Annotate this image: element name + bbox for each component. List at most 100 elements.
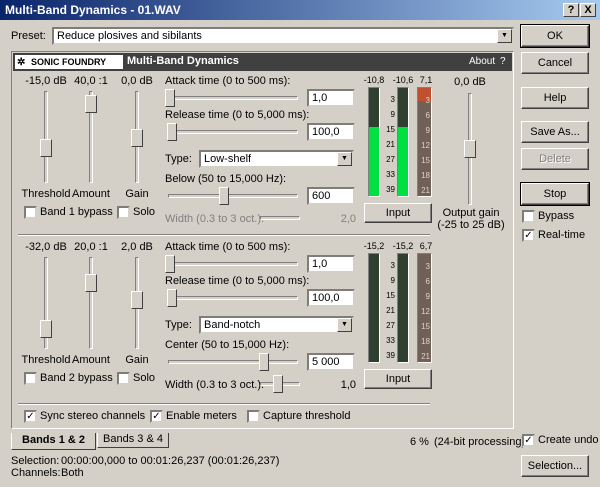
- width-value: 2,0: [340, 213, 356, 225]
- realtime-checkbox[interactable]: ✓: [522, 229, 535, 242]
- type-combo[interactable]: Band-notch ▼: [199, 316, 354, 334]
- delete-button[interactable]: Delete: [521, 148, 589, 170]
- gr-tick: 9: [425, 126, 430, 135]
- width-track: [260, 216, 300, 220]
- band-bypass-label: Band 2 bypass: [40, 372, 113, 384]
- threshold-slider[interactable]: [40, 139, 52, 158]
- meter-tick: 9: [390, 276, 395, 285]
- tab-bands-1-2[interactable]: Bands 1 & 2: [11, 433, 96, 450]
- attack-input[interactable]: 1,0: [307, 89, 355, 107]
- gr-tick: 18: [421, 171, 430, 180]
- capture-threshold-label: Capture threshold: [263, 410, 351, 422]
- meter-tick: 3: [390, 261, 395, 270]
- solo-label: Solo: [133, 372, 156, 384]
- enable-meters-checkbox[interactable]: ✓: [150, 410, 163, 423]
- meter-right-value: -10,6: [392, 75, 414, 85]
- help-button[interactable]: Help: [521, 87, 589, 109]
- stop-button[interactable]: Stop: [520, 182, 590, 206]
- input-button[interactable]: Input: [364, 203, 432, 223]
- meter-left-value: -15,2: [363, 241, 385, 251]
- processing-info: (24-bit processing): [434, 436, 526, 448]
- release-label: Release time (0 to 5,000 ms):: [165, 109, 310, 121]
- width-slider[interactable]: [273, 375, 283, 393]
- gr-tick: 6: [425, 111, 430, 120]
- chevron-down-icon[interactable]: ▼: [337, 318, 352, 332]
- amount-slider[interactable]: [85, 95, 97, 114]
- release-input[interactable]: 100,0: [307, 289, 355, 307]
- input-button[interactable]: Input: [364, 369, 432, 389]
- bypass-checkbox[interactable]: [522, 210, 535, 223]
- attack-input[interactable]: 1,0: [307, 255, 355, 273]
- tab-bands-3-4[interactable]: Bands 3 & 4: [97, 433, 169, 448]
- attack-label: Attack time (0 to 500 ms):: [165, 75, 291, 87]
- preset-label: Preset:: [11, 30, 46, 42]
- output-gain-slider[interactable]: [464, 140, 476, 158]
- close-button[interactable]: X: [580, 3, 596, 17]
- amount-track: [89, 257, 93, 349]
- meter-tick: 15: [386, 125, 395, 134]
- attack-slider[interactable]: [165, 89, 175, 107]
- help-title-button[interactable]: ?: [563, 3, 579, 17]
- frequency-track: [168, 194, 298, 198]
- solo-checkbox[interactable]: [117, 372, 130, 385]
- release-slider[interactable]: [167, 289, 178, 307]
- chevron-down-icon[interactable]: ▼: [337, 152, 352, 166]
- meter-tick: 27: [386, 321, 395, 330]
- gain-slider[interactable]: [131, 129, 143, 147]
- ok-button[interactable]: OK: [520, 24, 590, 48]
- release-input[interactable]: 100,0: [307, 123, 355, 141]
- output-gain-label: Output gain: [442, 207, 500, 219]
- band-divider: [18, 234, 430, 236]
- help-icon[interactable]: ?: [500, 56, 506, 67]
- preset-combo[interactable]: Reduce plosives and sibilants ▼: [52, 27, 514, 45]
- about-link[interactable]: About: [469, 56, 495, 67]
- gain-label: Gain: [125, 354, 149, 366]
- chevron-down-icon[interactable]: ▼: [497, 29, 512, 43]
- release-slider[interactable]: [167, 123, 178, 141]
- gr-tick: 3: [425, 96, 430, 105]
- create-undo-checkbox[interactable]: ✓: [522, 434, 535, 447]
- selection-button[interactable]: Selection...: [521, 455, 589, 477]
- capture-threshold-checkbox[interactable]: [247, 410, 260, 423]
- meter-tick: 33: [386, 170, 395, 179]
- gain-value: 2,0 dB: [121, 241, 153, 253]
- gain-reduction-value: 6,7: [419, 241, 433, 251]
- selection-label: Selection:: [11, 455, 60, 467]
- gr-tick: 9: [425, 292, 430, 301]
- type-combo[interactable]: Low-shelf ▼: [199, 150, 354, 168]
- meter-fill: [398, 126, 408, 196]
- frequency-label: Center (50 to 15,000 Hz):: [165, 339, 290, 351]
- band-bypass-checkbox[interactable]: [24, 206, 37, 219]
- width-label: Width (0.3 to 3 oct.):: [165, 213, 265, 225]
- cancel-button[interactable]: Cancel: [521, 52, 589, 74]
- frequency-slider[interactable]: [219, 187, 229, 205]
- sync-stereo-checkbox[interactable]: ✓: [24, 410, 37, 423]
- gain-slider[interactable]: [131, 290, 143, 309]
- plugin-title: Multi-Band Dynamics: [127, 55, 239, 67]
- meter-tick: 3: [390, 95, 395, 104]
- plugin-header: ✲ SONIC FOUNDRY Multi-Band Dynamics Abou…: [13, 53, 512, 71]
- gain-reduction-meter: 3 6 9 12 15 18 21: [417, 253, 432, 363]
- meter-scale: 3 9 15 21 27 33 39: [381, 87, 396, 197]
- save-as-button[interactable]: Save As...: [521, 121, 589, 143]
- width-value: 1,0: [340, 379, 356, 391]
- frequency-input[interactable]: 5 000: [307, 353, 355, 371]
- frequency-input[interactable]: 600: [307, 187, 355, 205]
- threshold-slider[interactable]: [40, 320, 52, 339]
- gr-tick: 18: [421, 337, 430, 346]
- meter-tick: 39: [386, 351, 395, 360]
- preset-value: Reduce plosives and sibilants: [57, 30, 202, 42]
- band-bypass-checkbox[interactable]: [24, 372, 37, 385]
- gain-label: Gain: [125, 188, 149, 200]
- frequency-slider[interactable]: [258, 353, 269, 371]
- gr-tick: 21: [421, 186, 430, 195]
- attack-slider[interactable]: [165, 255, 175, 273]
- dialog-window: Multi-Band Dynamics - 01.WAV ? X Preset:…: [0, 0, 600, 487]
- band-bypass-label: Band 1 bypass: [40, 206, 113, 218]
- type-value: Low-shelf: [204, 153, 252, 165]
- meter-right: [397, 87, 409, 197]
- solo-checkbox[interactable]: [117, 206, 130, 219]
- amount-slider[interactable]: [85, 274, 97, 292]
- meter-tick: 39: [386, 185, 395, 194]
- attack-track: [168, 96, 298, 100]
